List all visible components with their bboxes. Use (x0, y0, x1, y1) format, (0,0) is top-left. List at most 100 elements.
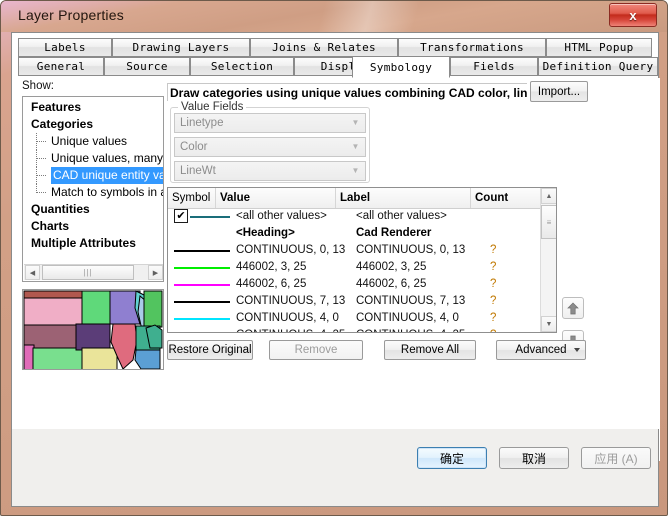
row-symbol[interactable] (172, 276, 232, 293)
table-row[interactable]: CONTINUOUS, 0, 13 CONTINUOUS, 0, 13? (168, 242, 541, 259)
table-row[interactable]: 446002, 3, 25 446002, 3, 25? (168, 259, 541, 276)
row-value: CONTINUOUS, 4, 0 (236, 312, 339, 324)
row-symbol[interactable] (172, 242, 232, 259)
scroll-up-icon[interactable]: ▲ (541, 188, 556, 204)
window-title: Layer Properties (18, 7, 124, 23)
all-other-values-checkbox[interactable]: ✔ (174, 209, 188, 223)
caret-down-icon (574, 348, 580, 352)
tab-fields[interactable]: Fields (450, 57, 538, 76)
show-tree-item-label: Multiple Attributes (31, 236, 136, 250)
row-count: ? (490, 295, 497, 307)
row-symbol[interactable] (172, 225, 232, 242)
show-label: Show: (22, 80, 54, 92)
show-tree-item-label: Unique values, many (51, 151, 164, 165)
scroll-left-icon[interactable]: ◀ (25, 265, 40, 280)
table-row[interactable]: CONTINUOUS, 7, 13 CONTINUOUS, 7, 13? (168, 293, 541, 310)
remove-button[interactable]: Remove (269, 340, 363, 360)
tab-joins-relates[interactable]: Joins & Relates (250, 38, 398, 57)
table-row[interactable]: ✔ <all other values> <all other values> (168, 208, 541, 225)
restore-original-button[interactable]: Restore Original (167, 340, 253, 360)
show-tree-item-multiple-attributes[interactable]: Multiple Attributes (23, 235, 163, 252)
row-value: 446002, 6, 25 (236, 278, 307, 290)
table-row[interactable]: 446002, 6, 25 446002, 6, 25? (168, 276, 541, 293)
row-value: <Heading> (236, 227, 295, 239)
symbol-line-icon (174, 301, 230, 303)
symbol-value-table[interactable]: Symbol Value Label Count ✔ <all other val… (167, 187, 557, 333)
show-tree-item-cad-unique-entity-val[interactable]: CAD unique entity val (23, 167, 163, 184)
value-field-1-combo[interactable]: Linetype ▼ (174, 113, 366, 133)
show-tree[interactable]: Features Categories Unique values Unique va… (22, 96, 164, 282)
show-tree-item-charts[interactable]: Charts (23, 218, 163, 235)
row-value: 446002, 3, 25 (236, 261, 307, 273)
symbol-line-icon (174, 250, 230, 252)
tab-row-bottom: General Source Selection Display Symbology Fi… (18, 56, 658, 78)
table-vertical-scrollbar[interactable]: ▲ ≡ ▼ (540, 188, 556, 332)
ok-button[interactable]: 确定 (417, 447, 487, 469)
show-tree-item-categories[interactable]: Categories (23, 116, 163, 133)
row-label: 446002, 6, 25 (356, 278, 427, 290)
scroll-thumb[interactable]: ||| (42, 265, 134, 280)
row-symbol[interactable] (172, 327, 232, 332)
row-count: ? (490, 327, 496, 332)
map-preview (22, 289, 164, 370)
tab-source[interactable]: Source (104, 57, 190, 76)
show-tree-item-quantities[interactable]: Quantities (23, 201, 163, 218)
row-symbol[interactable] (172, 259, 232, 276)
tab-html-popup[interactable]: HTML Popup (546, 38, 652, 57)
value-field-3-combo[interactable]: LineWt ▼ (174, 161, 366, 181)
row-label: 446002, 3, 25 (356, 261, 427, 273)
row-count: ? (490, 278, 497, 290)
row-label: CONTINUOUS, 4, 0 (356, 312, 459, 324)
show-tree-item-label: Charts (31, 219, 70, 233)
row-value: CONTINUOUS, 7, 13 (236, 295, 346, 307)
column-header-label[interactable]: Label (336, 188, 471, 208)
value-fields-title: Value Fields (178, 101, 247, 113)
remove-all-button[interactable]: Remove All (384, 340, 476, 360)
tab-selection[interactable]: Selection (190, 57, 294, 76)
value-field-1-text: Linetype (180, 117, 224, 129)
tab-definition-query[interactable]: Definition Query (538, 57, 658, 76)
advanced-button-label: Advanced (515, 344, 567, 356)
chevron-down-icon: ▼ (351, 166, 360, 175)
row-symbol[interactable] (172, 310, 232, 327)
show-tree-item-unique-values[interactable]: Unique values (23, 133, 163, 150)
show-tree-item-match-to-symbols-in-a[interactable]: Match to symbols in a (23, 184, 163, 201)
table-header: Symbol Value Label Count (168, 188, 556, 209)
column-header-symbol[interactable]: Symbol (168, 188, 216, 208)
show-tree-item-label: Quantities (31, 202, 90, 216)
tab-transformations[interactable]: Transformations (398, 38, 546, 57)
scroll-thumb-vertical[interactable]: ≡ (541, 205, 556, 239)
cancel-button[interactable]: 取消 (499, 447, 569, 469)
column-header-value[interactable]: Value (216, 188, 336, 208)
apply-button[interactable]: 应用 (A) (581, 447, 651, 469)
column-header-count[interactable]: Count (471, 188, 541, 208)
import-button[interactable]: Import... (530, 81, 588, 102)
row-label: CONTINUOUS, 4, 25 (356, 327, 465, 332)
tab-general[interactable]: General (18, 57, 104, 76)
advanced-button[interactable]: Advanced (496, 340, 586, 360)
row-symbol[interactable]: ✔ (172, 208, 232, 225)
move-up-button[interactable] (562, 297, 584, 319)
value-field-2-combo[interactable]: Color ▼ (174, 137, 366, 157)
table-row[interactable]: CONTINUOUS, 4, 0 CONTINUOUS, 4, 0? (168, 310, 541, 327)
value-field-3-text: LineWt (180, 165, 216, 177)
tree-horizontal-scrollbar[interactable]: ◀ ||| ▶ (24, 264, 163, 280)
map-preview-image (23, 290, 163, 369)
scroll-down-icon[interactable]: ▼ (541, 316, 556, 332)
row-symbol[interactable] (172, 293, 232, 310)
table-row[interactable]: <Heading> Cad Renderer (168, 225, 541, 242)
show-tree-item-unique-values-many[interactable]: Unique values, many (23, 150, 164, 167)
tab-symbology[interactable]: Symbology (352, 56, 450, 78)
tab-drawing-layers[interactable]: Drawing Layers (112, 38, 250, 57)
show-tree-item-features[interactable]: Features (23, 99, 163, 116)
row-count: ? (490, 312, 497, 324)
scroll-right-icon[interactable]: ▶ (148, 265, 163, 280)
arrow-up-icon (567, 302, 579, 314)
table-row[interactable]: CONTINUOUS, 4, 25 CONTINUOUS, 4, 25? (168, 327, 541, 332)
row-label: CONTINUOUS, 7, 13 (356, 295, 466, 307)
tab-labels[interactable]: Labels (18, 38, 112, 57)
row-value: <all other values> (236, 210, 327, 222)
symbology-panel: Show: Features Categories Unique values Uni… (12, 78, 660, 461)
row-count: ? (490, 261, 497, 273)
close-button[interactable]: x (609, 3, 657, 27)
